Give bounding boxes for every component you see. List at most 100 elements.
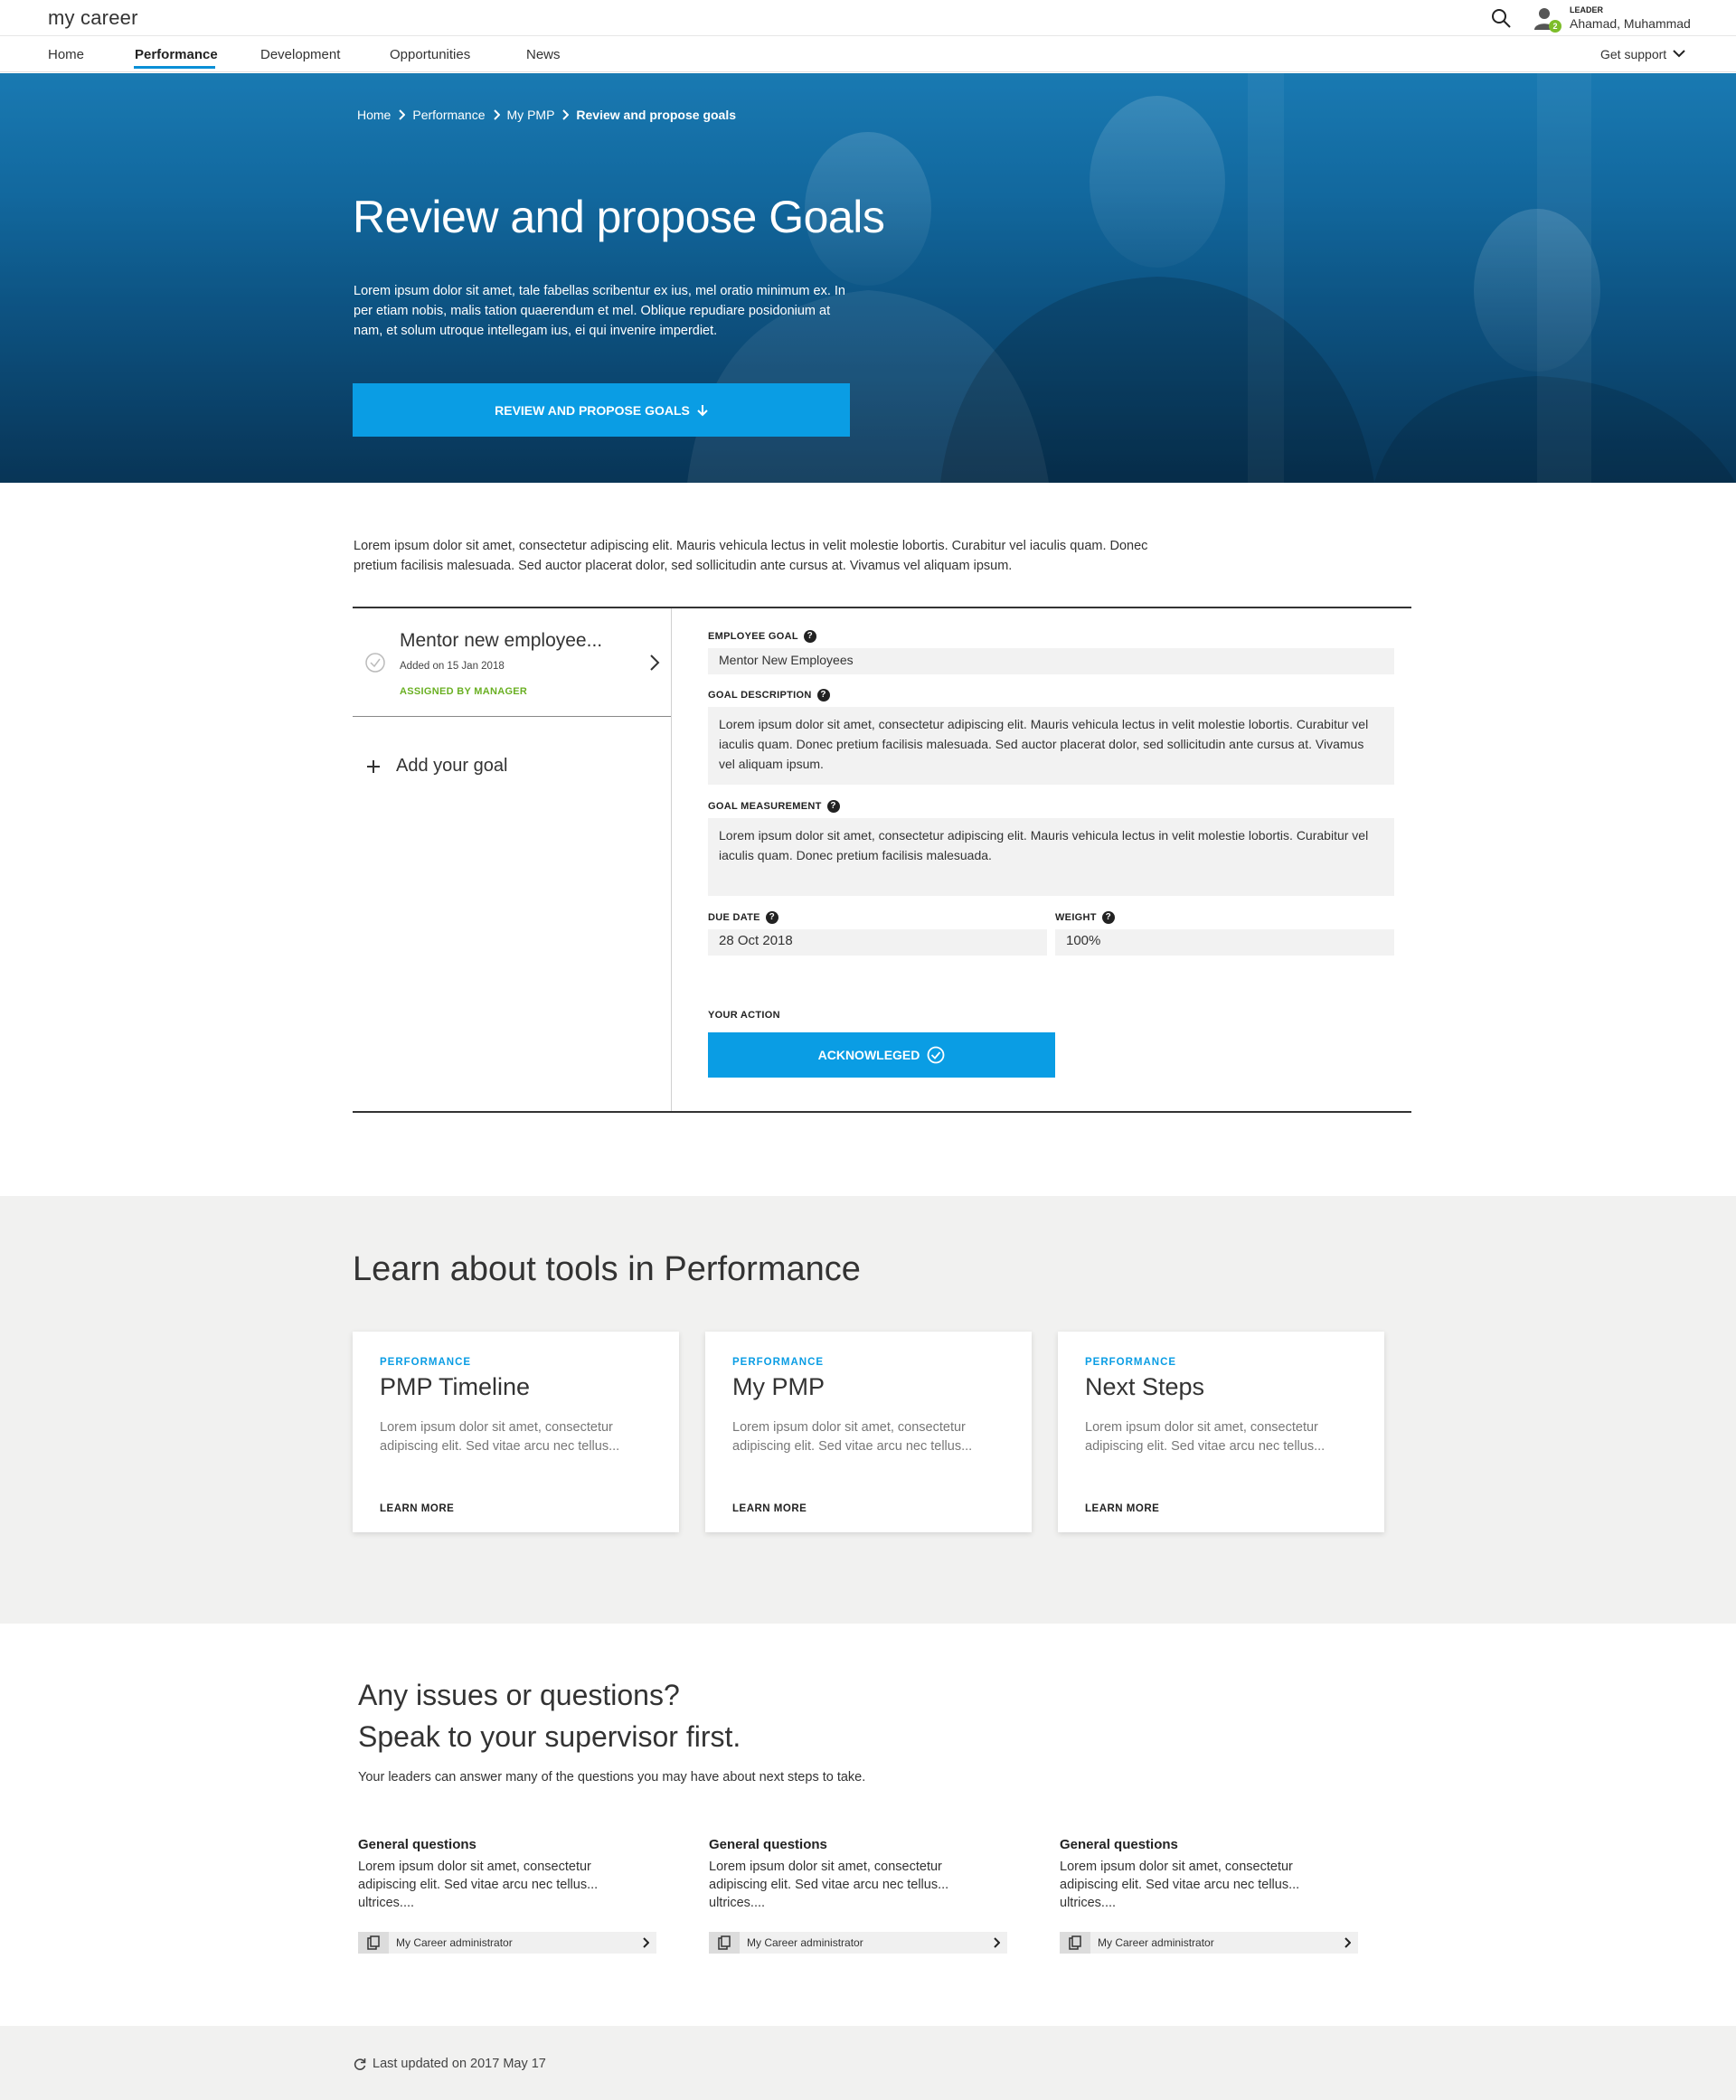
employee-goal-field[interactable]: Mentor New Employees — [708, 648, 1394, 674]
brand-logo[interactable]: my career — [48, 6, 138, 30]
learn-more-link[interactable]: LEARN MORE — [380, 1503, 454, 1514]
card-title: My PMP — [732, 1373, 826, 1400]
card-description: Lorem ipsum dolor sit amet, consectetur … — [1085, 1420, 1326, 1454]
acknowledge-button[interactable]: ACKNOWLEGED — [708, 1032, 1055, 1078]
acknowledge-label: ACKNOWLEGED — [817, 1048, 920, 1062]
admin-contact-link[interactable]: My Career administrator — [358, 1932, 656, 1954]
check-circle-icon — [927, 1046, 945, 1064]
chevron-right-icon — [399, 109, 406, 120]
nav-performance[interactable]: Performance — [135, 47, 218, 62]
learn-more-link[interactable]: LEARN MORE — [732, 1503, 807, 1514]
question-column: General questions Lorem ipsum dolor sit … — [709, 1837, 1007, 1954]
question-text: Lorem ipsum dolor sit amet, consectetur … — [1060, 1860, 1300, 1910]
hero-description: Lorem ipsum dolor sit amet, tale fabella… — [354, 284, 845, 338]
goal-description-label: GOAL DESCRIPTION ? — [708, 689, 830, 702]
admin-contact-label: My Career administrator — [747, 1936, 863, 1949]
top-bar: my career 2 LEADER Ahamad, Muhammad — [0, 0, 1736, 36]
nav-opportunities[interactable]: Opportunities — [390, 47, 470, 62]
breadcrumb-home[interactable]: Home — [357, 108, 391, 122]
admin-contact-link[interactable]: My Career administrator — [709, 1932, 1007, 1954]
review-propose-goals-button[interactable]: REVIEW AND PROPOSE GOALS — [353, 383, 850, 437]
learn-more-link[interactable]: LEARN MORE — [1085, 1503, 1159, 1514]
question-column: General questions Lorem ipsum dolor sit … — [358, 1837, 656, 1954]
nav-active-indicator — [134, 66, 215, 69]
nav-development[interactable]: Development — [260, 47, 340, 62]
hero-banner: Home Performance My PMP Review and propo… — [0, 73, 1736, 483]
review-propose-goals-label: REVIEW AND PROPOSE GOALS — [495, 402, 690, 418]
question-heading: General questions — [1060, 1837, 1178, 1852]
issues-title: Any issues or questions? Speak to your s… — [358, 1674, 741, 1757]
goal-list-item[interactable]: Mentor new employee... Added on 15 Jan 2… — [353, 608, 671, 717]
breadcrumb-performance[interactable]: Performance — [412, 108, 485, 122]
refresh-icon — [354, 2058, 366, 2070]
goal-status: ASSIGNED BY MANAGER — [400, 686, 528, 697]
goal-description-label-text: GOAL DESCRIPTION — [708, 690, 812, 701]
goal-measurement-label: GOAL MEASUREMENT ? — [708, 800, 840, 813]
search-icon[interactable] — [1490, 7, 1512, 29]
help-icon[interactable]: ? — [1101, 911, 1115, 924]
learn-title: Learn about tools in Performance — [353, 1250, 861, 1288]
card-title: Next Steps — [1085, 1373, 1205, 1400]
last-updated-text: Last updated on 2017 May 17 — [373, 2057, 546, 2071]
notification-badge: 2 — [1549, 20, 1561, 33]
breadcrumb-current: Review and propose goals — [576, 108, 737, 122]
user-role: LEADER — [1570, 5, 1604, 14]
goal-added-date: Added on 15 Jan 2018 — [400, 661, 505, 672]
question-column: General questions Lorem ipsum dolor sit … — [1060, 1837, 1358, 1954]
card-description: Lorem ipsum dolor sit amet, consectetur … — [380, 1420, 620, 1454]
main-nav: Home Performance Development Opportuniti… — [0, 36, 1736, 72]
add-goal-button[interactable]: Add your goal — [365, 756, 507, 777]
chevron-right-icon — [643, 1937, 649, 1948]
card-description: Lorem ipsum dolor sit amet, consectetur … — [732, 1420, 973, 1454]
tool-card-pmp-timeline[interactable]: PERFORMANCE PMP Timeline Lorem ipsum dol… — [353, 1332, 679, 1532]
footer: Last updated on 2017 May 17 — [0, 2026, 1736, 2100]
nav-home[interactable]: Home — [48, 47, 84, 62]
hero-background-photo — [0, 73, 1736, 483]
admin-contact-link[interactable]: My Career administrator — [1060, 1932, 1358, 1954]
weight-field[interactable]: 100% — [1055, 929, 1394, 956]
help-icon[interactable]: ? — [826, 800, 840, 813]
question-text: Lorem ipsum dolor sit amet, consectetur … — [358, 1860, 599, 1910]
goal-description-field[interactable]: Lorem ipsum dolor sit amet, consectetur … — [708, 707, 1394, 785]
question-text: Lorem ipsum dolor sit amet, consectetur … — [709, 1860, 949, 1910]
help-icon[interactable]: ? — [765, 911, 778, 924]
document-icon — [709, 1932, 740, 1954]
page-title: Review and propose Goals — [353, 192, 885, 242]
breadcrumb-my-pmp[interactable]: My PMP — [507, 108, 555, 122]
card-kicker: PERFORMANCE — [732, 1357, 825, 1368]
plus-icon — [367, 759, 380, 773]
due-date-label-text: DUE DATE — [708, 912, 760, 923]
your-action-label-text: YOUR ACTION — [708, 1010, 780, 1021]
tool-card-my-pmp[interactable]: PERFORMANCE My PMP Lorem ipsum dolor sit… — [705, 1332, 1032, 1532]
issues-title-line1: Any issues or questions? — [358, 1679, 680, 1711]
goal-measurement-field[interactable]: Lorem ipsum dolor sit amet, consectetur … — [708, 818, 1394, 896]
issues-title-line2: Speak to your supervisor first. — [358, 1720, 741, 1753]
due-date-label: DUE DATE ? — [708, 911, 778, 924]
chevron-right-icon — [1344, 1937, 1351, 1948]
card-kicker: PERFORMANCE — [380, 1357, 472, 1368]
weight-label-text: WEIGHT — [1055, 912, 1097, 923]
question-heading: General questions — [709, 1837, 827, 1852]
chevron-down-icon[interactable] — [1673, 48, 1685, 59]
your-action-label: YOUR ACTION — [708, 1010, 780, 1021]
weight-label: WEIGHT ? — [1055, 911, 1115, 924]
goal-measurement-label-text: GOAL MEASUREMENT — [708, 801, 822, 812]
document-icon — [1060, 1932, 1090, 1954]
intro-text: Lorem ipsum dolor sit amet, consectetur … — [354, 539, 1148, 573]
chevron-right-icon — [650, 654, 660, 671]
learn-section: Learn about tools in Performance PERFORM… — [0, 1196, 1736, 1624]
issues-subtitle: Your leaders can answer many of the ques… — [358, 1770, 866, 1785]
card-kicker: PERFORMANCE — [1085, 1357, 1177, 1368]
employee-goal-label: EMPLOYEE GOAL ? — [708, 630, 816, 643]
card-title: PMP Timeline — [380, 1373, 531, 1400]
user-name[interactable]: Ahamad, Muhammad — [1570, 16, 1691, 31]
nav-news[interactable]: News — [526, 47, 561, 62]
get-support-menu[interactable]: Get support — [1600, 47, 1666, 61]
admin-contact-label: My Career administrator — [396, 1936, 513, 1949]
tool-card-next-steps[interactable]: PERFORMANCE Next Steps Lorem ipsum dolor… — [1058, 1332, 1384, 1532]
help-icon[interactable]: ? — [816, 689, 830, 702]
goal-panel: Mentor new employee... Added on 15 Jan 2… — [353, 607, 1411, 1113]
help-icon[interactable]: ? — [803, 630, 816, 643]
due-date-field[interactable]: 28 Oct 2018 — [708, 929, 1047, 956]
chevron-right-icon — [562, 109, 570, 120]
